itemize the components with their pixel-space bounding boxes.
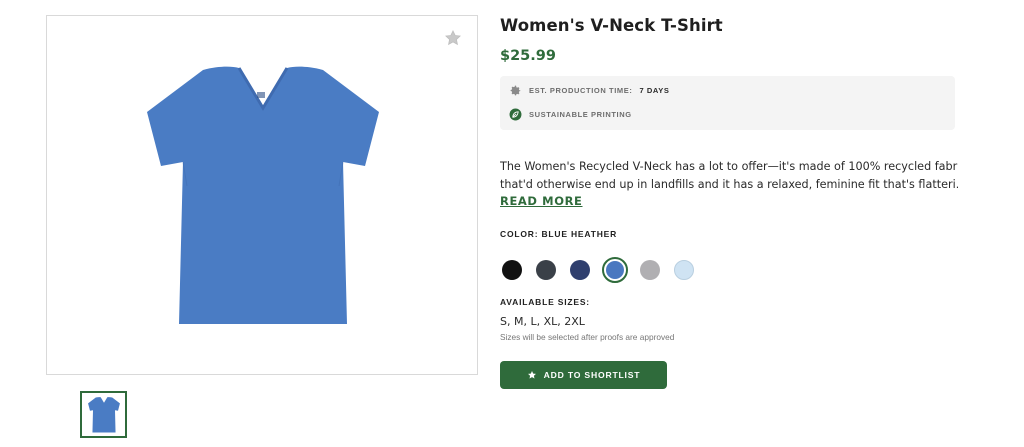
product-price: $25.99 <box>500 48 556 64</box>
sizes-values: S, M, L, XL, 2XL <box>500 315 585 328</box>
leaf-icon <box>509 108 522 121</box>
production-time-label: EST. PRODUCTION TIME: <box>529 86 633 95</box>
add-to-shortlist-label: ADD TO SHORTLIST <box>543 370 641 380</box>
production-time-value: 7 DAYS <box>639 86 670 95</box>
color-label: COLOR: BLUE HEATHER <box>500 229 618 239</box>
sizes-note: Sizes will be selected after proofs are … <box>500 332 675 342</box>
production-time-row: EST. PRODUCTION TIME: 7 DAYS <box>509 84 669 97</box>
swatch-charcoal[interactable] <box>536 260 556 280</box>
product-main-image <box>147 66 379 325</box>
product-description: The Women's Recycled V-Neck has a lot to… <box>500 158 958 194</box>
product-image-frame <box>46 15 478 375</box>
sustainable-printing-label: SUSTAINABLE PRINTING <box>529 110 632 119</box>
swatch-black[interactable] <box>502 260 522 280</box>
sizes-label: AVAILABLE SIZES: <box>500 297 590 307</box>
product-title: Women's V-Neck T-Shirt <box>500 16 723 35</box>
add-to-shortlist-button[interactable]: ADD TO SHORTLIST <box>500 361 667 389</box>
product-meta-box: EST. PRODUCTION TIME: 7 DAYS SUSTAINABLE… <box>500 76 955 130</box>
product-thumbnail[interactable] <box>80 391 127 438</box>
gear-icon <box>509 84 522 97</box>
read-more-link[interactable]: READ MORE <box>500 194 583 208</box>
star-icon <box>527 371 536 379</box>
description-line-2: that'd otherwise end up in landfills and… <box>500 178 958 191</box>
swatch-navy[interactable] <box>570 260 590 280</box>
color-swatches <box>500 257 760 283</box>
sustainable-printing-row: SUSTAINABLE PRINTING <box>509 108 632 121</box>
star-icon <box>445 30 461 46</box>
shirt-thumbnail-image <box>87 396 120 432</box>
swatch-blue-heather[interactable] <box>602 257 628 283</box>
description-line-1: The Women's Recycled V-Neck has a lot to… <box>500 160 958 173</box>
swatch-blue-heather-fill <box>606 261 624 279</box>
swatch-light-blue[interactable] <box>674 260 694 280</box>
favorite-star-button[interactable] <box>443 28 463 48</box>
swatch-grey[interactable] <box>640 260 660 280</box>
